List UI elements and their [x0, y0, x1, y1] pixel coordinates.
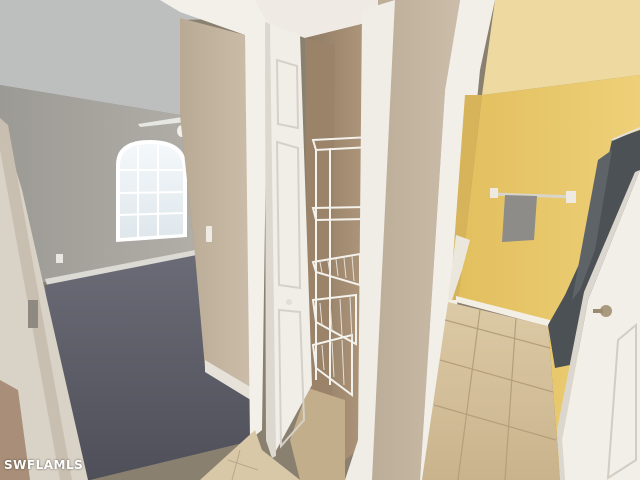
arched-window: [116, 140, 187, 242]
photo-watermark: SWFLAMLS: [4, 458, 84, 472]
hand-towel: [502, 195, 537, 242]
door-hinge-icon: [28, 300, 38, 328]
room-photo: [0, 0, 640, 480]
wall-outlet: [56, 254, 63, 263]
light-switch: [206, 226, 212, 242]
closet-door: [265, 22, 312, 458]
closet-door-knob: [286, 299, 292, 305]
